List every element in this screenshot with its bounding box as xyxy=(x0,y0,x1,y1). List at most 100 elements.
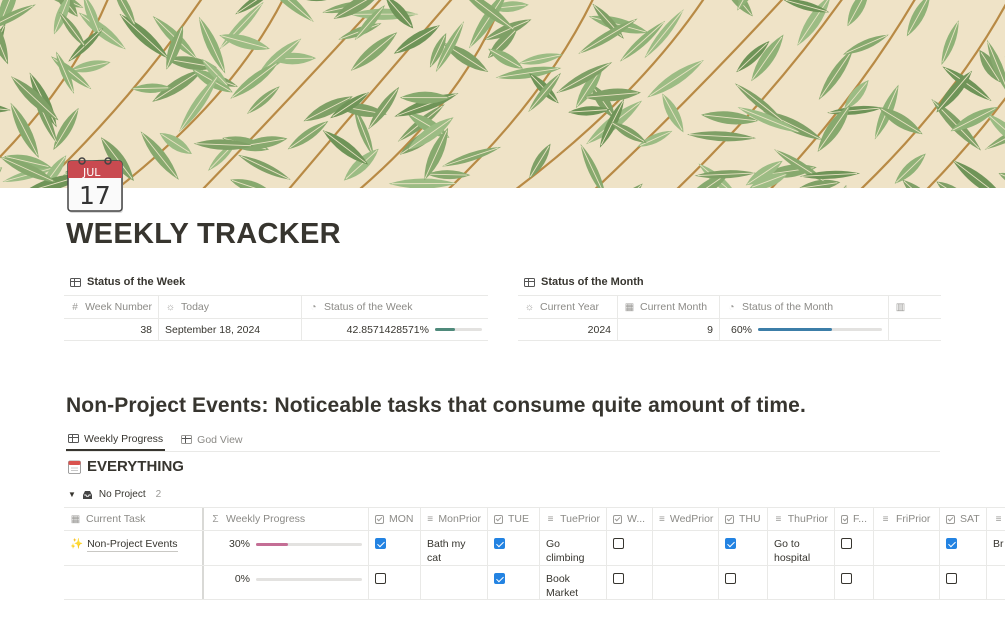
task-link[interactable]: Non-Project Events xyxy=(87,537,178,552)
week-status-bar xyxy=(435,328,482,331)
column-tue[interactable]: TUE xyxy=(488,508,540,530)
week-number-cell[interactable]: 38 xyxy=(64,319,159,340)
column-thu[interactable]: THU xyxy=(719,508,768,530)
sat-checkbox[interactable] xyxy=(946,573,957,584)
tue-checkbox[interactable] xyxy=(494,573,505,584)
current-year-cell[interactable]: 2024 xyxy=(518,319,618,340)
table-icon xyxy=(181,435,193,444)
satprior-cell[interactable] xyxy=(987,566,1005,599)
mon-checkbox-cell[interactable] xyxy=(369,566,421,599)
friprior-cell[interactable] xyxy=(874,531,940,565)
column-wedprior[interactable]: ≡ WedPrior xyxy=(653,508,719,530)
wedprior-cell[interactable] xyxy=(653,531,719,565)
column-thu-label: THU xyxy=(739,513,761,525)
column-tueprior[interactable]: ≡ TuePrior xyxy=(540,508,607,530)
header-week-status-label: Status of the Week xyxy=(324,301,413,313)
cover-image[interactable] xyxy=(0,0,1005,188)
month-status-database: Status of the Month ☼ Current Year ▦ Curre… xyxy=(518,274,941,341)
month-status-title[interactable]: Status of the Month xyxy=(518,274,941,290)
tueprior-cell[interactable]: Book Market xyxy=(540,566,607,599)
column-monprior[interactable]: ≡ MonPrior xyxy=(421,508,488,530)
tue-checkbox-cell[interactable] xyxy=(488,531,540,565)
header-barcode-column[interactable]: ▥ xyxy=(889,296,941,318)
view-tabs: Weekly Progress God View xyxy=(66,428,940,452)
task-cell[interactable] xyxy=(64,566,204,599)
wed-checkbox-cell[interactable] xyxy=(607,531,653,565)
tueprior-cell[interactable]: Go climbing xyxy=(540,531,607,565)
fri-checkbox-cell[interactable] xyxy=(835,531,874,565)
column-mon[interactable]: MON xyxy=(369,508,421,530)
sat-checkbox[interactable] xyxy=(946,538,957,549)
header-month-status[interactable]: ◔ Status of the Month xyxy=(720,296,889,318)
progress-cell[interactable]: 0% xyxy=(204,566,369,599)
week-status-title[interactable]: Status of the Week xyxy=(64,274,488,290)
sat-checkbox-cell[interactable] xyxy=(940,531,987,565)
database-heading[interactable]: EVERYTHING xyxy=(68,458,184,475)
wed-checkbox-cell[interactable] xyxy=(607,566,653,599)
mon-checkbox[interactable] xyxy=(375,573,386,584)
page-title[interactable]: WEEKLY TRACKER xyxy=(66,218,341,251)
sat-checkbox-cell[interactable] xyxy=(940,566,987,599)
wed-checkbox[interactable] xyxy=(613,538,624,549)
thu-checkbox[interactable] xyxy=(725,573,736,584)
current-month-cell[interactable]: 9 xyxy=(618,319,720,340)
text-lines-icon: ≡ xyxy=(659,513,665,525)
task-cell[interactable]: ✨ Non-Project Events xyxy=(64,531,204,565)
header-week-number-label: Week Number xyxy=(85,301,152,313)
column-weekly-progress[interactable]: Σ Weekly Progress xyxy=(204,508,369,530)
calendar-icon[interactable]: JUL 17 xyxy=(66,156,126,216)
fri-checkbox-cell[interactable] xyxy=(835,566,874,599)
header-current-month[interactable]: ▦ Current Month xyxy=(618,296,720,318)
header-today-label: Today xyxy=(181,301,210,313)
table-row[interactable]: ✨ Non-Project Events 30% Bath my cat Go … xyxy=(64,530,1005,565)
section-heading[interactable]: Non-Project Events: Noticeable tasks tha… xyxy=(66,394,806,418)
column-thuprior[interactable]: ≡ ThuPrior xyxy=(768,508,835,530)
monprior-cell[interactable] xyxy=(421,566,488,599)
calendar-grid-icon: ▦ xyxy=(624,301,635,313)
month-status-cell[interactable]: 60% xyxy=(720,319,889,340)
column-fri[interactable]: F... xyxy=(835,508,874,530)
header-current-year[interactable]: ☼ Current Year xyxy=(518,296,618,318)
progress-cell[interactable]: 30% xyxy=(204,531,369,565)
group-no-project[interactable]: ▼ No Project 2 xyxy=(68,489,161,500)
week-status-cell[interactable]: 42.8571428571% xyxy=(302,319,488,340)
header-week-status[interactable]: ◔ Status of the Week xyxy=(302,296,488,318)
thuprior-cell[interactable] xyxy=(768,566,835,599)
column-sat[interactable]: SAT xyxy=(940,508,987,530)
thu-checkbox-cell[interactable] xyxy=(719,531,768,565)
tab-weekly-progress[interactable]: Weekly Progress xyxy=(66,428,166,451)
table-row[interactable]: 0% Book Market xyxy=(64,565,1005,600)
fri-checkbox[interactable] xyxy=(841,538,852,549)
month-status-row: 2024 9 60% xyxy=(518,318,941,341)
satprior-cell[interactable]: Br pa xyxy=(987,531,1005,565)
column-thuprior-label: ThuPrior xyxy=(787,513,828,525)
thuprior-cell[interactable]: Go to hospital xyxy=(768,531,835,565)
today-cell[interactable]: September 18, 2024 xyxy=(159,319,302,340)
column-wed[interactable]: W... xyxy=(607,508,653,530)
barcode-cell[interactable] xyxy=(889,319,941,340)
wed-checkbox[interactable] xyxy=(613,573,624,584)
mon-checkbox[interactable] xyxy=(375,538,386,549)
tab-god-view[interactable]: God View xyxy=(179,428,244,451)
fri-checkbox[interactable] xyxy=(841,573,852,584)
group-name: No Project xyxy=(98,489,146,500)
monprior-cell[interactable]: Bath my cat xyxy=(421,531,488,565)
tue-checkbox[interactable] xyxy=(494,538,505,549)
weekly-progress-table: ▦ Current Task Σ Weekly Progress MON ≡ MonP… xyxy=(64,507,1005,600)
column-friprior[interactable]: ≡ FriPrior xyxy=(874,508,940,530)
thu-checkbox-cell[interactable] xyxy=(719,566,768,599)
column-sat-label: SAT xyxy=(960,513,980,525)
database-heading-text: EVERYTHING xyxy=(87,458,184,475)
column-satprior[interactable]: ≡ xyxy=(987,508,1005,530)
column-current-task[interactable]: ▦ Current Task xyxy=(64,508,204,530)
header-week-number[interactable]: # Week Number xyxy=(64,296,159,318)
table-icon xyxy=(70,277,81,287)
friprior-cell[interactable] xyxy=(874,566,940,599)
thu-checkbox[interactable] xyxy=(725,538,736,549)
checkbox-icon xyxy=(375,514,384,524)
mon-checkbox-cell[interactable] xyxy=(369,531,421,565)
sparkles-icon: ✨ xyxy=(70,538,84,550)
wedprior-cell[interactable] xyxy=(653,566,719,599)
header-today[interactable]: ☼ Today xyxy=(159,296,302,318)
tue-checkbox-cell[interactable] xyxy=(488,566,540,599)
